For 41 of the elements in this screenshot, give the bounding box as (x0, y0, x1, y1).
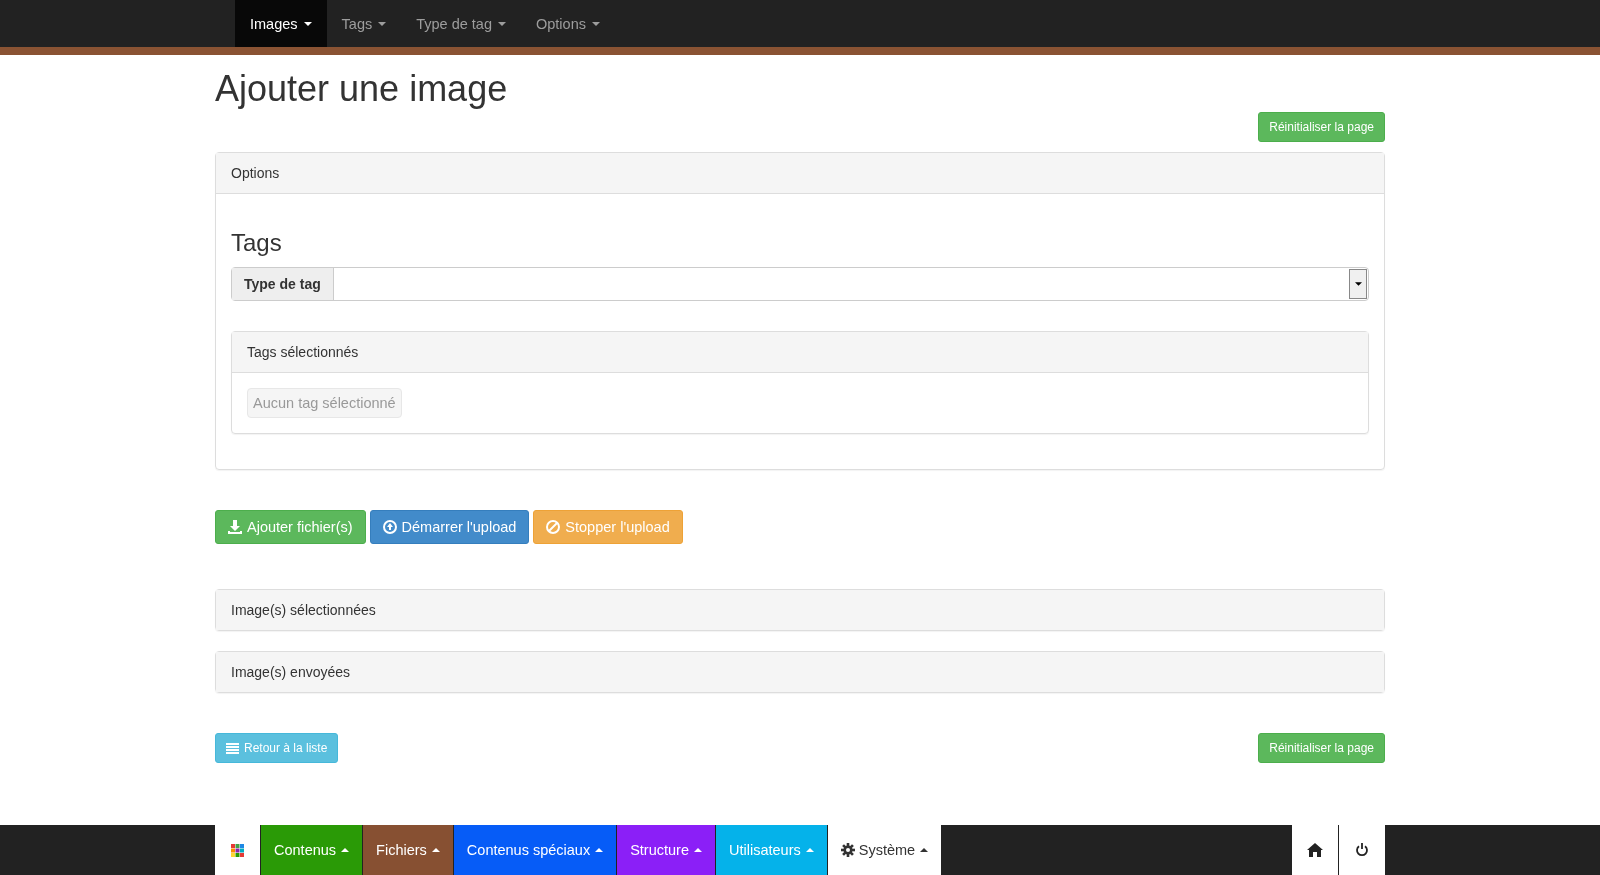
settings-icon (840, 843, 855, 857)
upload-circle-icon (382, 520, 397, 535)
panel-heading: Options (216, 153, 1384, 195)
power-button[interactable] (1338, 825, 1385, 875)
section-title: Tags (231, 229, 283, 258)
caret-icon (341, 848, 350, 852)
home-icon (1307, 843, 1323, 857)
caret-icon (431, 848, 440, 852)
bottom-menu-item[interactable]: Contenus (261, 825, 364, 875)
caret-icon (920, 848, 929, 852)
field-label: Type de tag (232, 268, 334, 301)
caret-icon (303, 21, 312, 26)
home-button[interactable] (1291, 825, 1338, 875)
bottom-menu-item[interactable]: Fichiers (363, 825, 454, 875)
empty-tags-label: Aucun tag sélectionné (247, 388, 402, 419)
collapsed-panel[interactable]: Image(s) envoyées (216, 652, 1384, 693)
nav-menu-item[interactable]: Type de tag (401, 0, 521, 47)
panel-heading: Tags sélectionnés (232, 332, 1368, 374)
ban-icon (546, 520, 561, 535)
bottom-menu-item[interactable]: Contenus spéciaux (453, 825, 618, 875)
caret-icon (498, 21, 506, 26)
nav-menu-item[interactable]: Options (521, 0, 615, 47)
page-title: Ajouter une image (215, 67, 509, 111)
bottom-menu-item[interactable]: Système (827, 825, 943, 875)
tag-type-select[interactable]: Type de tag (231, 267, 1369, 302)
caret-icon (595, 848, 604, 852)
apps-grid-button[interactable] (215, 825, 261, 875)
caret-icon (694, 848, 702, 852)
upload-action-button[interactable]: Démarrer l'upload (369, 510, 530, 545)
list-icon (226, 742, 239, 754)
caret-icon (378, 21, 387, 26)
power-icon (1355, 843, 1369, 857)
caret-icon (591, 21, 600, 26)
dropdown-arrow-icon (1354, 282, 1362, 287)
bottom-menu-item[interactable]: Structure (617, 825, 716, 875)
nav-menu-item[interactable]: Images (235, 0, 327, 47)
collapsed-panel[interactable]: Image(s) sélectionnées (216, 590, 1384, 631)
nav-menu-item[interactable]: Tags (326, 0, 402, 47)
download-icon (228, 520, 242, 535)
caret-icon (805, 848, 814, 852)
color-grid-icon (231, 843, 244, 857)
